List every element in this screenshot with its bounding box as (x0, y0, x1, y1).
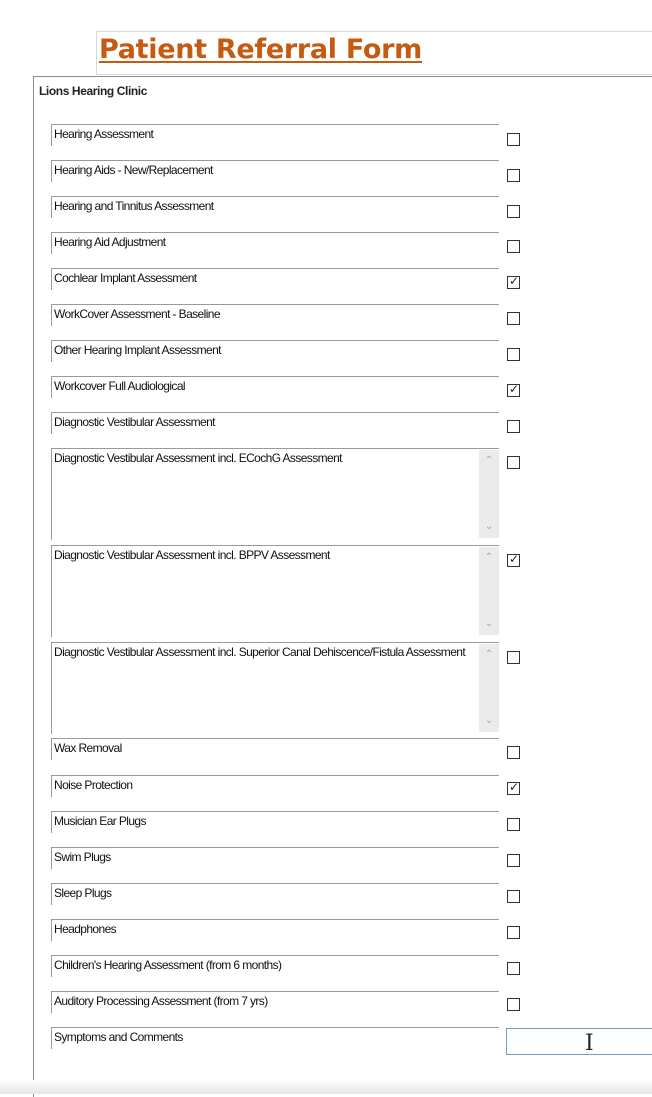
checkbox-workcover-full[interactable]: ✓ (507, 382, 520, 397)
field-label: Sleep Plugs (54, 886, 112, 900)
scroll-down-arrow-icon[interactable]: ⌄ (479, 714, 499, 728)
checkbox-sleep-plugs[interactable] (507, 890, 520, 903)
field-swim-plugs: Swim Plugs (51, 847, 499, 869)
field-hearing-aids: Hearing Aids - New/Replacement (51, 160, 499, 182)
checkbox-vestibular-ecochg[interactable] (507, 456, 520, 469)
scrollbar[interactable]: ⌃ ⌄ (479, 644, 499, 732)
checkbox-swim-plugs[interactable] (507, 854, 520, 867)
field-label: Musician Ear Plugs (54, 814, 147, 828)
checkbox-hearing-aid-adjustment[interactable] (507, 240, 520, 253)
checkbox-hearing-aids[interactable] (507, 169, 520, 182)
check-mark-icon: ✓ (509, 552, 520, 566)
scroll-down-arrow-icon[interactable]: ⌄ (479, 617, 499, 631)
checkbox-musician-plugs[interactable] (507, 818, 520, 831)
checkbox-cochlear-implant[interactable]: ✓ (507, 274, 520, 289)
field-label: Diagnostic Vestibular Assessment incl. B… (54, 548, 330, 562)
field-cochlear-implant: Cochlear Implant Assessment (51, 268, 499, 290)
bottom-shadow (0, 1080, 652, 1094)
field-label: Hearing Aids - New/Replacement (54, 163, 213, 177)
checkbox-wax-removal[interactable] (507, 746, 520, 759)
check-mark-icon: ✓ (509, 382, 520, 396)
field-workcover-baseline: WorkCover Assessment - Baseline (51, 304, 499, 326)
check-mark-icon: ✓ (509, 274, 520, 288)
field-musician-plugs: Musician Ear Plugs (51, 811, 499, 833)
checkbox-auditory-processing[interactable] (507, 998, 520, 1011)
field-label: Hearing Assessment (54, 127, 154, 141)
field-label: Headphones (54, 922, 117, 936)
field-other-implant: Other Hearing Implant Assessment (51, 340, 499, 362)
field-label: Hearing Aid Adjustment (54, 235, 166, 249)
checkbox-vestibular-bppv[interactable]: ✓ (507, 552, 520, 567)
checkbox-hearing-assessment[interactable] (507, 133, 520, 146)
field-label: Diagnostic Vestibular Assessment (54, 415, 215, 429)
field-label: Other Hearing Implant Assessment (54, 343, 221, 357)
field-label: Hearing and Tinnitus Assessment (54, 199, 214, 213)
field-hearing-tinnitus: Hearing and Tinnitus Assessment (51, 196, 499, 218)
field-childrens-hearing: Children's Hearing Assessment (from 6 mo… (51, 955, 499, 977)
field-vestibular-bppv: Diagnostic Vestibular Assessment incl. B… (51, 545, 499, 637)
checkbox-hearing-tinnitus[interactable] (507, 205, 520, 218)
field-hearing-aid-adjustment: Hearing Aid Adjustment (51, 232, 499, 254)
field-label: Cochlear Implant Assessment (54, 271, 197, 285)
scroll-down-arrow-icon[interactable]: ⌄ (479, 520, 499, 534)
scroll-up-arrow-icon[interactable]: ⌃ (479, 454, 499, 468)
checkbox-other-implant[interactable] (507, 348, 520, 361)
field-label: Workcover Full Audiological (54, 379, 186, 393)
field-label: Children's Hearing Assessment (from 6 mo… (54, 958, 282, 972)
checkbox-noise-protection[interactable]: ✓ (507, 780, 520, 795)
clinic-name: Lions Hearing Clinic (39, 84, 148, 98)
field-diagnostic-vestibular: Diagnostic Vestibular Assessment (51, 412, 499, 434)
text-cursor-icon: I (585, 1031, 594, 1056)
field-label: Symptoms and Comments (54, 1030, 183, 1044)
field-label: Diagnostic Vestibular Assessment incl. E… (54, 451, 342, 465)
field-auditory-processing: Auditory Processing Assessment (from 7 y… (51, 991, 499, 1013)
scrollbar[interactable]: ⌃ ⌄ (479, 547, 499, 635)
field-label: Noise Protection (54, 778, 133, 792)
checkbox-childrens-hearing[interactable] (507, 962, 520, 975)
field-noise-protection: Noise Protection (51, 775, 499, 797)
field-sleep-plugs: Sleep Plugs (51, 883, 499, 905)
comments-input[interactable] (506, 1028, 652, 1055)
checkbox-headphones[interactable] (507, 926, 520, 939)
field-symptoms-comments: Symptoms and Comments (51, 1027, 499, 1049)
scrollbar[interactable]: ⌃ ⌄ (479, 450, 499, 538)
field-label: Diagnostic Vestibular Assessment incl. S… (54, 645, 466, 659)
check-mark-icon: ✓ (509, 780, 520, 794)
form-title-box: Patient Referral Form (96, 31, 652, 75)
field-vestibular-ecochg: Diagnostic Vestibular Assessment incl. E… (51, 448, 499, 540)
scroll-up-arrow-icon[interactable]: ⌃ (479, 551, 499, 565)
field-label: Swim Plugs (54, 850, 111, 864)
field-label: Auditory Processing Assessment (from 7 y… (54, 994, 268, 1008)
checkbox-workcover-baseline[interactable] (507, 312, 520, 325)
checkbox-diagnostic-vestibular[interactable] (507, 420, 520, 433)
form-title: Patient Referral Form (99, 34, 423, 65)
field-workcover-full: Workcover Full Audiological (51, 376, 499, 398)
field-vestibular-scd: Diagnostic Vestibular Assessment incl. S… (51, 642, 499, 734)
field-headphones: Headphones (51, 919, 499, 941)
field-hearing-assessment: Hearing Assessment (51, 124, 499, 146)
field-label: Wax Removal (54, 741, 122, 755)
checkbox-vestibular-scd[interactable] (507, 651, 520, 664)
field-wax-removal: Wax Removal (51, 738, 499, 760)
scroll-up-arrow-icon[interactable]: ⌃ (479, 648, 499, 662)
field-label: WorkCover Assessment - Baseline (54, 307, 221, 321)
